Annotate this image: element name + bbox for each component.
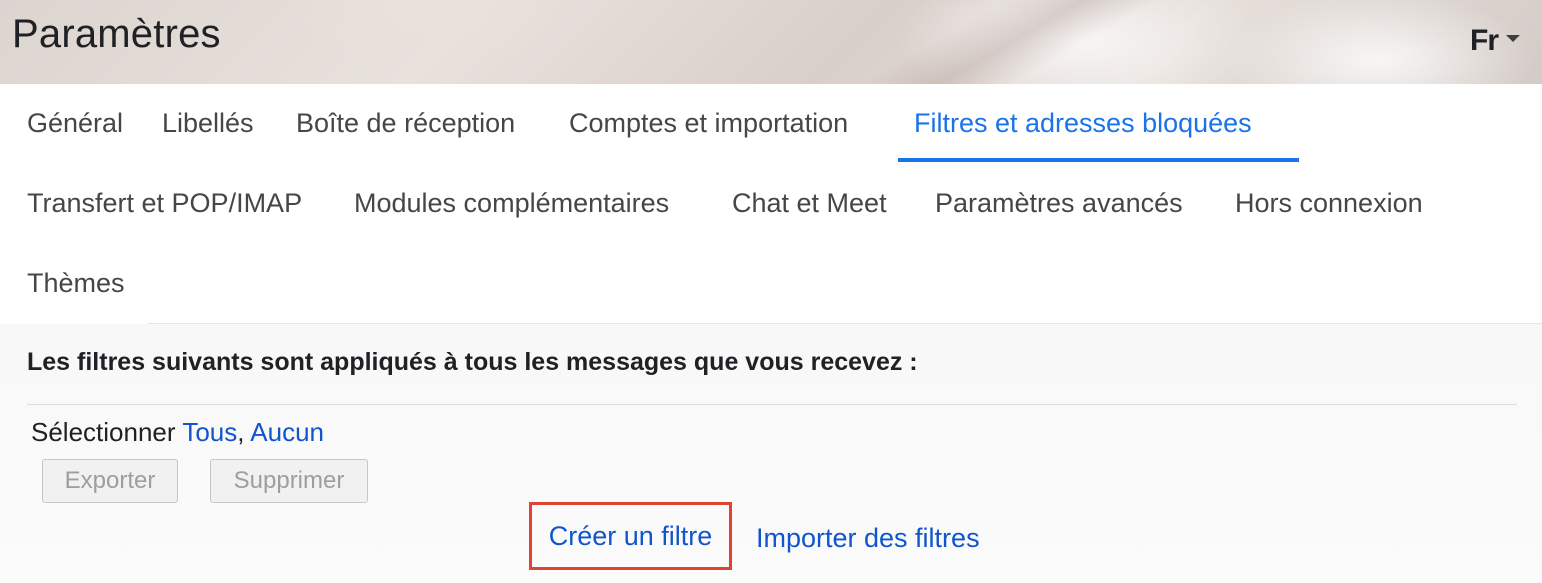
select-none-link[interactable]: Aucun [250,417,324,447]
select-separator: , [237,417,245,447]
tab-accounts-import[interactable]: Comptes et importation [569,108,848,139]
select-label: Sélectionner [31,417,176,447]
active-tab-indicator [898,158,1299,162]
settings-header: Paramètres Fr [0,0,1542,120]
divider [27,404,1517,405]
filters-panel: Les filtres suivants sont appliqués à to… [0,323,1542,583]
chevron-down-icon [1506,34,1520,42]
tab-forwarding-pop-imap[interactable]: Transfert et POP/IMAP [27,188,302,219]
tab-filters-blocked[interactable]: Filtres et adresses bloquées [914,108,1252,139]
tab-offline[interactable]: Hors connexion [1235,188,1423,219]
select-all-link[interactable]: Tous [182,417,237,447]
delete-button[interactable]: Supprimer [210,459,368,503]
select-row: Sélectionner Tous, Aucun [31,417,324,448]
settings-tabs: Général Libellés Boîte de réception Comp… [0,84,1542,324]
tab-themes[interactable]: Thèmes [27,268,125,299]
tab-labels[interactable]: Libellés [162,108,254,139]
export-button[interactable]: Exporter [42,459,178,503]
page-title: Paramètres [12,12,221,56]
import-filters-link[interactable]: Importer des filtres [756,523,980,554]
language-label: Fr [1470,24,1499,57]
filters-heading: Les filtres suivants sont appliqués à to… [27,348,918,376]
tab-advanced[interactable]: Paramètres avancés [935,188,1183,219]
tab-inbox[interactable]: Boîte de réception [296,108,515,139]
language-selector[interactable]: Fr [1470,24,1520,58]
tab-connector [0,323,148,324]
tab-general[interactable]: Général [27,108,123,139]
create-filter-link[interactable]: Créer un filtre [529,502,732,570]
tab-addons[interactable]: Modules complémentaires [354,188,669,219]
tab-chat-meet[interactable]: Chat et Meet [732,188,887,219]
